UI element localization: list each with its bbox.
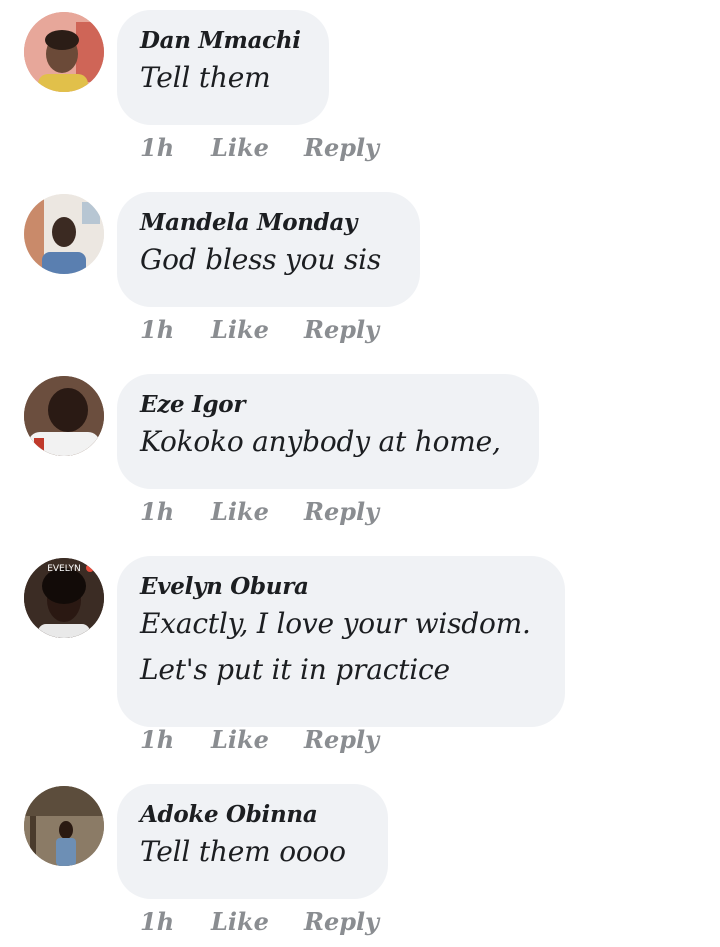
comment-bubble: Mandela Monday God bless you sis xyxy=(117,192,420,307)
comment-text: God bless you sis xyxy=(140,243,382,276)
avatar[interactable] xyxy=(24,376,104,456)
reply-button[interactable]: Reply xyxy=(304,725,379,754)
reply-button[interactable]: Reply xyxy=(304,497,379,526)
like-button[interactable]: Like xyxy=(211,497,269,526)
author-name[interactable]: Eze Igor xyxy=(140,390,515,420)
comment-text: Tell them xyxy=(140,61,271,94)
author-name[interactable]: Adoke Obinna xyxy=(140,800,364,830)
comment-bubble: Adoke Obinna Tell them oooo xyxy=(117,784,388,899)
comment-bubble: Evelyn Obura Exactly, I love your wisdom… xyxy=(117,556,565,727)
reply-button[interactable]: Reply xyxy=(304,133,379,162)
avatar-badge-text: EVELYN xyxy=(47,564,81,574)
author-name[interactable]: Dan Mmachi xyxy=(140,26,305,56)
comment-bubble: Eze Igor Kokoko anybody at home, xyxy=(117,374,539,489)
like-button[interactable]: Like xyxy=(211,315,269,344)
author-name[interactable]: Evelyn Obura xyxy=(140,572,541,602)
author-name[interactable]: Mandela Monday xyxy=(140,208,396,238)
comment-text: Kokoko anybody at home, xyxy=(140,425,501,458)
like-button[interactable]: Like xyxy=(211,907,269,936)
like-button[interactable]: Like xyxy=(211,725,269,754)
avatar[interactable] xyxy=(24,194,104,274)
timestamp: 1h xyxy=(140,497,175,526)
avatar[interactable]: EVELYN xyxy=(24,558,104,638)
timestamp: 1h xyxy=(140,315,175,344)
like-button[interactable]: Like xyxy=(211,133,269,162)
timestamp: 1h xyxy=(140,133,175,162)
comment-text-line: Exactly, I love your wisdom. xyxy=(140,607,531,640)
timestamp: 1h xyxy=(140,907,175,936)
comment-text-line: Let's put it in practice xyxy=(140,653,450,686)
comment-bubble: Dan Mmachi Tell them xyxy=(117,10,329,125)
reply-button[interactable]: Reply xyxy=(304,907,379,936)
reply-button[interactable]: Reply xyxy=(304,315,379,344)
timestamp: 1h xyxy=(140,725,175,754)
comment-text: Tell them oooo xyxy=(140,835,346,868)
avatar[interactable] xyxy=(24,12,104,92)
avatar[interactable] xyxy=(24,786,104,866)
